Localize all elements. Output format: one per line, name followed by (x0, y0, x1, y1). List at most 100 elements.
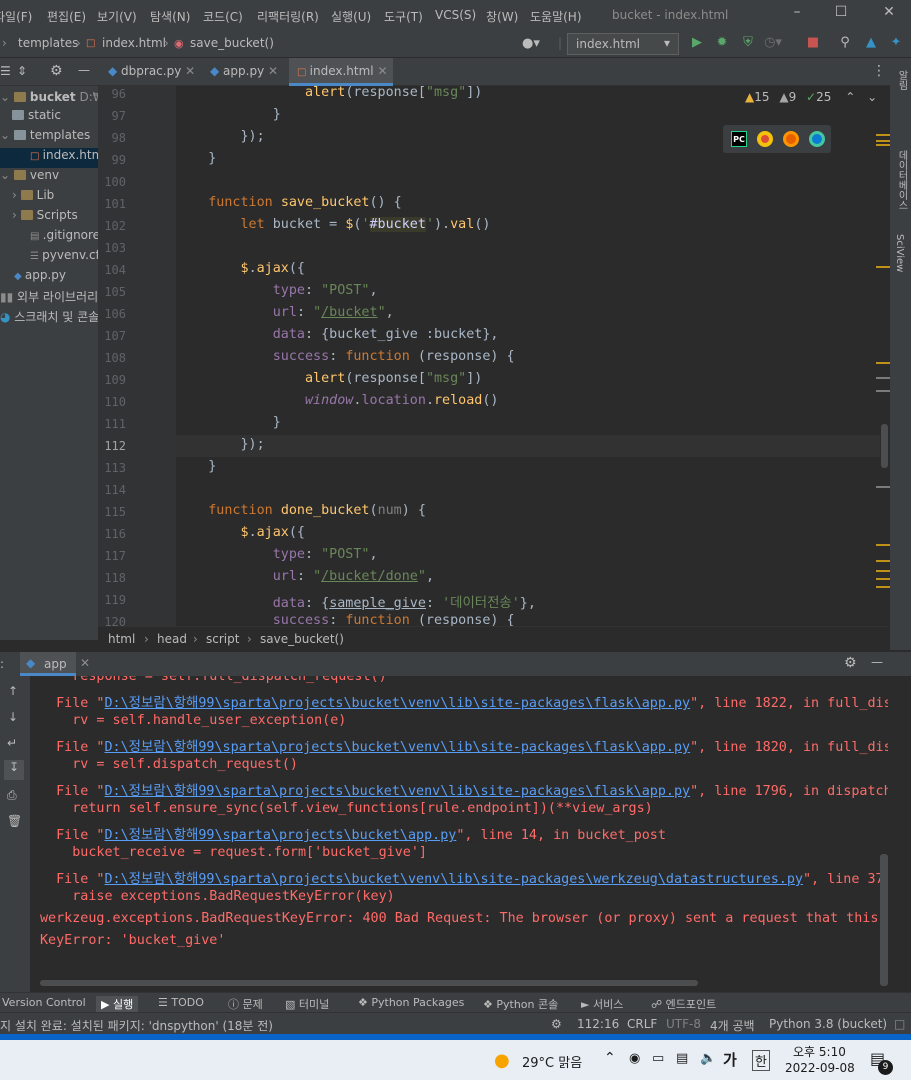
code-line[interactable]: } (176, 415, 281, 430)
tree-item-lib[interactable]: › Lib (0, 188, 98, 208)
menu-help[interactable]: 도움말(H) (530, 8, 582, 25)
code-line[interactable]: type: "POST", (176, 283, 378, 298)
network-icon[interactable]: ▤ (676, 1051, 688, 1066)
crumb-script[interactable]: script (206, 632, 239, 646)
database-tool[interactable]: 데이터베이스 (894, 150, 909, 210)
coverage-icon[interactable]: ⛨ (739, 35, 757, 53)
menu-file[interactable]: 파일(F) (0, 8, 32, 25)
code-line[interactable]: url: "/bucket", (176, 305, 394, 320)
breadcrumb-templates[interactable]: templates (18, 36, 78, 50)
console-file-link[interactable]: D:\정보람\항해99\sparta\projects\bucket\app.p… (105, 828, 457, 843)
tree-item-scratches[interactable]: ◕ 스크래치 및 콘솔 (0, 308, 98, 328)
search-icon[interactable]: ⚲ (836, 35, 854, 53)
edge-icon[interactable] (809, 131, 825, 147)
code-line[interactable]: $.ajax({ (176, 261, 306, 276)
speaker-icon[interactable]: 🔈 (700, 1051, 716, 1066)
tool-endpoints[interactable]: ☍ 엔드포인트 (651, 996, 716, 1012)
maximize-icon[interactable]: ☐ (830, 4, 852, 24)
code-line[interactable]: success: function (response) { (176, 613, 515, 626)
code-line[interactable]: let bucket = $('#bucket').val() (176, 217, 490, 232)
close-tab-icon[interactable]: ✕ (268, 64, 278, 78)
menu-navigate[interactable]: 탐색(N) (150, 8, 190, 25)
code-line[interactable]: data: {sameple_give: '데이터전송'}, (176, 591, 536, 611)
tree-item-pyvenv[interactable]: ☰ pyvenv.cfg (0, 248, 98, 268)
trash-icon[interactable]: 🗑 (7, 814, 22, 828)
user-icon[interactable]: ●▾ (522, 36, 540, 51)
breadcrumb-save-bucket[interactable]: save_bucket() (190, 36, 274, 50)
inspection-widget[interactable]: ▲15 ▲9 ✓25 ⌃ ⌄ (745, 90, 877, 104)
ime-mode[interactable]: 가 (723, 1049, 737, 1070)
code-line[interactable]: success: function (response) { (176, 349, 515, 364)
tool-run[interactable]: ▶ 실행 (96, 996, 139, 1012)
tree-item-external-libs[interactable]: ▮▮ 외부 라이브러리 (0, 288, 98, 308)
crumb-head[interactable]: head (157, 632, 187, 646)
soft-wrap-icon[interactable]: ↵ (7, 736, 17, 750)
language-indicator[interactable]: 한 (752, 1050, 770, 1071)
tool-todo[interactable]: ☰ TODO (158, 996, 204, 1009)
camera-icon[interactable]: ◉ (629, 1051, 640, 1066)
tab-dbprac-py[interactable]: ◆ dbprac.py ✕ (108, 58, 208, 86)
code-line[interactable]: }); (176, 437, 264, 452)
hide-icon[interactable]: — (871, 655, 883, 669)
code-line[interactable]: } (176, 459, 216, 474)
close-tab-icon[interactable]: ✕ (377, 64, 387, 78)
tree-item-venv[interactable]: ⌄ venv (0, 168, 98, 188)
gear-icon[interactable]: ⚙ (844, 655, 857, 671)
minimize-icon[interactable]: – (786, 4, 808, 24)
battery-icon[interactable]: ▭ (652, 1051, 664, 1066)
next-icon[interactable]: ⌄ (867, 90, 877, 104)
tree-item-index-html[interactable]: □ index.html (0, 148, 98, 168)
close-tab-icon[interactable]: ✕ (80, 656, 90, 670)
line-separator[interactable]: CRLF (627, 1017, 657, 1031)
clock-date[interactable]: 2022-09-08 (785, 1061, 855, 1075)
jetbrains-icon[interactable]: ✦ (887, 35, 905, 53)
tree-item-static[interactable]: static (0, 108, 98, 128)
tab-index-html[interactable]: □ index.html ✕ (289, 58, 393, 86)
tool-problems[interactable]: ⓘ 문제 (228, 996, 263, 1012)
weather-sun-icon[interactable]: ● (494, 1050, 510, 1071)
tool-services[interactable]: ► 서비스 (581, 996, 623, 1012)
close-tab-icon[interactable]: ✕ (185, 64, 195, 78)
console-file-link[interactable]: D:\정보람\항해99\sparta\projects\bucket\venv\… (105, 872, 803, 887)
gear-icon[interactable]: ⚙ (50, 63, 63, 79)
lock-icon[interactable]: □ (894, 1017, 905, 1031)
run-console[interactable]: response = self.full_dispatch_request() … (30, 676, 888, 992)
code-line[interactable]: } (176, 107, 281, 122)
code-line[interactable]: data: {bucket_give :bucket}, (176, 327, 499, 342)
crumb-save-bucket[interactable]: save_bucket() (260, 632, 344, 646)
debug-icon[interactable]: ✹ (713, 35, 731, 53)
code-line[interactable]: alert(response["msg"]) (176, 85, 482, 100)
up-arrow-icon[interactable]: ↑ (8, 684, 18, 698)
breadcrumb-index-html[interactable]: index.html (102, 36, 166, 50)
weather-label[interactable]: 29°C 맑음 (522, 1052, 582, 1071)
tree-item-gitignore[interactable]: ▤ .gitignore (0, 228, 98, 248)
tree-item-templates[interactable]: ⌄ templates (0, 128, 98, 148)
profile-icon[interactable]: ◷▾ (764, 35, 782, 53)
gear-icon[interactable]: ⚙ (551, 1017, 562, 1031)
console-vertical-scrollbar[interactable] (880, 854, 888, 986)
code-line[interactable]: } (176, 151, 216, 166)
run-configuration-select[interactable]: index.html ▾ (567, 33, 679, 55)
tool-version-control[interactable]: Version Control (2, 996, 86, 1009)
menu-vcs[interactable]: VCS(S) (435, 8, 476, 22)
clock-time[interactable]: 오후 5:10 (793, 1043, 846, 1060)
collapse-all-icon[interactable]: ☰ (0, 64, 11, 78)
tool-python-packages[interactable]: ❖ Python Packages (358, 996, 464, 1009)
previous-icon[interactable]: ⌃ (845, 90, 855, 104)
menu-run[interactable]: 실행(U) (331, 8, 371, 25)
tree-root-bucket[interactable]: ⌄ bucket D:₩정보 (0, 88, 98, 108)
code-line[interactable]: function save_bucket() { (176, 195, 402, 210)
pycharm-icon[interactable]: PC (731, 131, 747, 147)
chrome-icon[interactable] (757, 131, 773, 147)
expand-icon[interactable]: ⇕ (17, 64, 27, 78)
status-message[interactable]: 지 설치 완료: 설치된 패키지: 'dnspython' (18분 전) (0, 1017, 273, 1034)
menu-tools[interactable]: 도구(T) (384, 8, 423, 25)
hide-icon[interactable]: — (78, 63, 90, 77)
code-line[interactable]: url: "/bucket/done", (176, 569, 434, 584)
console-horizontal-scrollbar[interactable] (40, 980, 698, 986)
menu-window[interactable]: 창(W) (486, 8, 518, 25)
code-line[interactable]: }); (176, 129, 264, 144)
notifications-tool[interactable]: 알림 (894, 70, 909, 90)
menu-edit[interactable]: 편집(E) (47, 8, 86, 25)
caret-position[interactable]: 112:16 (577, 1017, 619, 1031)
